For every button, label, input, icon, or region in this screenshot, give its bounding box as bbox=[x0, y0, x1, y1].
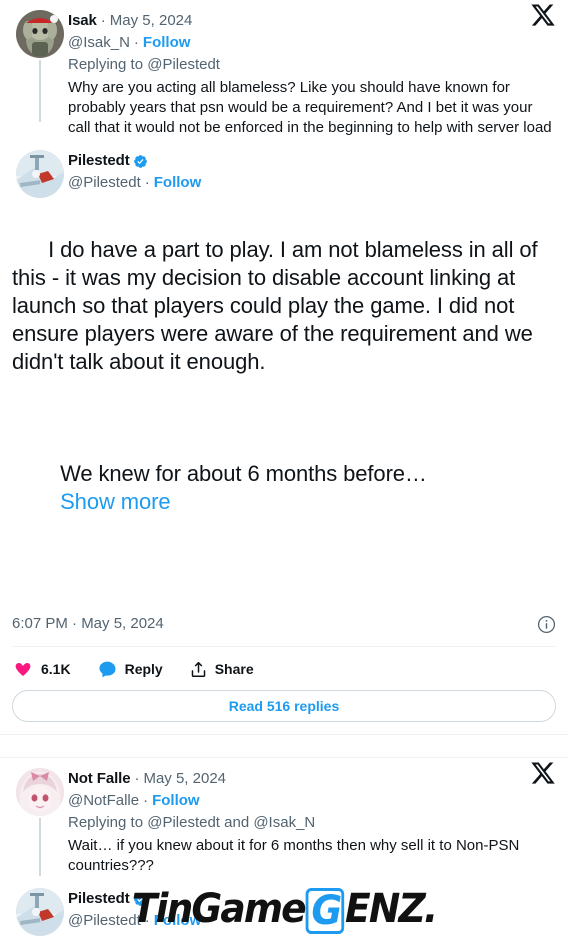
reply-handle-row: @Isak_N · Follow bbox=[68, 32, 556, 53]
tweet-embed-card-1: Isak · May 5, 2024 @Isak_N · Follow Repl… bbox=[0, 0, 568, 735]
main-meta-column: Pilestedt @Pilestedt · Follow bbox=[68, 888, 556, 931]
handle-follow-separator: · bbox=[143, 792, 149, 809]
main-display-name[interactable]: Pilestedt bbox=[68, 889, 130, 909]
main-display-name[interactable]: Pilestedt bbox=[68, 151, 130, 171]
action-bar-1: 6.1K Reply Share bbox=[12, 647, 556, 690]
info-circle-icon[interactable] bbox=[537, 615, 556, 634]
tweet-timestamp[interactable]: 6:07 PM · May 5, 2024 bbox=[12, 614, 164, 634]
follow-button[interactable]: Follow bbox=[143, 32, 191, 53]
main-name-row: Pilestedt bbox=[68, 151, 556, 171]
avatar-column bbox=[12, 768, 68, 876]
name-date-separator: · bbox=[134, 770, 140, 787]
share-button[interactable]: Share bbox=[189, 660, 254, 679]
main-handle[interactable]: @Pilestedt bbox=[68, 172, 141, 193]
reply-handle[interactable]: @Isak_N bbox=[68, 32, 130, 53]
reply-meta-column: Isak · May 5, 2024 @Isak_N · Follow Repl… bbox=[68, 10, 556, 75]
embed-gap-spacer bbox=[0, 735, 568, 757]
replying-to-label[interactable]: Replying to @Pilestedt and @Isak_N bbox=[68, 812, 556, 833]
avatar-column bbox=[12, 10, 68, 122]
reply-tweet-header-2: Not Falle · May 5, 2024 @NotFalle · Foll… bbox=[12, 758, 556, 876]
timestamp-row-1: 6:07 PM · May 5, 2024 bbox=[12, 600, 556, 646]
read-replies-button-1[interactable]: Read 516 replies bbox=[12, 690, 556, 722]
replying-to-label[interactable]: Replying to @Pilestedt bbox=[68, 54, 556, 75]
main-handle[interactable]: @Pilestedt bbox=[68, 910, 141, 931]
main-body-paragraph-2: We knew for about 6 months before… bbox=[60, 461, 427, 486]
main-tweet-body-1: I do have a part to play. I am not blame… bbox=[12, 198, 556, 600]
reply-display-name[interactable]: Not Falle bbox=[68, 769, 131, 789]
main-tweet-header-2: Pilestedt @Pilestedt · Follow bbox=[12, 876, 556, 936]
heart-icon bbox=[12, 658, 34, 680]
follow-button[interactable]: Follow bbox=[152, 790, 200, 811]
avatar-column bbox=[12, 888, 68, 936]
main-tweet-body-2: We do not handle selling the game. bbox=[12, 936, 556, 940]
follow-button[interactable]: Follow bbox=[154, 172, 202, 193]
show-more-link[interactable]: Show more bbox=[60, 489, 170, 514]
handle-follow-separator: · bbox=[133, 34, 139, 51]
reply-date: May 5, 2024 bbox=[109, 12, 193, 29]
reply-body-text: Why are you acting all blameless? Like y… bbox=[68, 79, 552, 136]
reply-button[interactable]: Reply bbox=[97, 659, 163, 680]
handle-follow-separator: · bbox=[144, 912, 150, 929]
name-date-separator: · bbox=[100, 12, 106, 29]
reply-name-row: Not Falle · May 5, 2024 bbox=[68, 769, 556, 789]
follow-button[interactable]: Follow bbox=[154, 910, 202, 931]
reply-meta-column: Not Falle · May 5, 2024 @NotFalle · Foll… bbox=[68, 768, 556, 833]
like-count: 6.1K bbox=[41, 661, 71, 677]
reply-tweet-header-1: Isak · May 5, 2024 @Isak_N · Follow Repl… bbox=[12, 0, 556, 122]
like-button[interactable]: 6.1K bbox=[12, 658, 71, 680]
reply-label: Reply bbox=[124, 661, 163, 677]
share-label: Share bbox=[214, 661, 254, 677]
main-body-paragraph-2-wrap: We knew for about 6 months before… Show … bbox=[12, 432, 556, 544]
main-body-paragraph-1: I do have a part to play. I am not blame… bbox=[12, 237, 544, 374]
avatar[interactable] bbox=[16, 10, 64, 58]
x-logo-icon[interactable] bbox=[530, 760, 556, 786]
reply-name-row: Isak · May 5, 2024 bbox=[68, 11, 556, 31]
share-upload-icon bbox=[189, 660, 208, 679]
thread-connector-line bbox=[39, 818, 41, 876]
handle-follow-separator: · bbox=[144, 174, 150, 191]
speech-bubble-icon bbox=[97, 659, 118, 680]
avatar[interactable] bbox=[16, 768, 64, 816]
thread-connector-line bbox=[39, 60, 41, 122]
verified-badge-icon bbox=[133, 154, 148, 169]
main-tweet-header-1: Pilestedt @Pilestedt · Follow bbox=[12, 138, 556, 198]
x-logo-icon[interactable] bbox=[530, 2, 556, 28]
main-handle-row: @Pilestedt · Follow bbox=[68, 910, 556, 931]
main-name-row: Pilestedt bbox=[68, 889, 556, 909]
reply-body-text: Wait… if you knew about it for 6 months … bbox=[68, 837, 524, 874]
reply-handle-row: @NotFalle · Follow bbox=[68, 790, 556, 811]
verified-badge-icon bbox=[133, 892, 148, 907]
reply-display-name[interactable]: Isak bbox=[68, 11, 97, 31]
avatar-column bbox=[12, 150, 68, 198]
reply-date: May 5, 2024 bbox=[143, 770, 227, 787]
avatar[interactable] bbox=[16, 150, 64, 198]
tweet-embed-card-2: Not Falle · May 5, 2024 @NotFalle · Foll… bbox=[0, 758, 568, 940]
reply-handle[interactable]: @NotFalle bbox=[68, 790, 139, 811]
main-meta-column: Pilestedt @Pilestedt · Follow bbox=[68, 150, 556, 193]
embed-bottom-divider bbox=[0, 734, 568, 735]
avatar[interactable] bbox=[16, 888, 64, 936]
main-handle-row: @Pilestedt · Follow bbox=[68, 172, 556, 193]
